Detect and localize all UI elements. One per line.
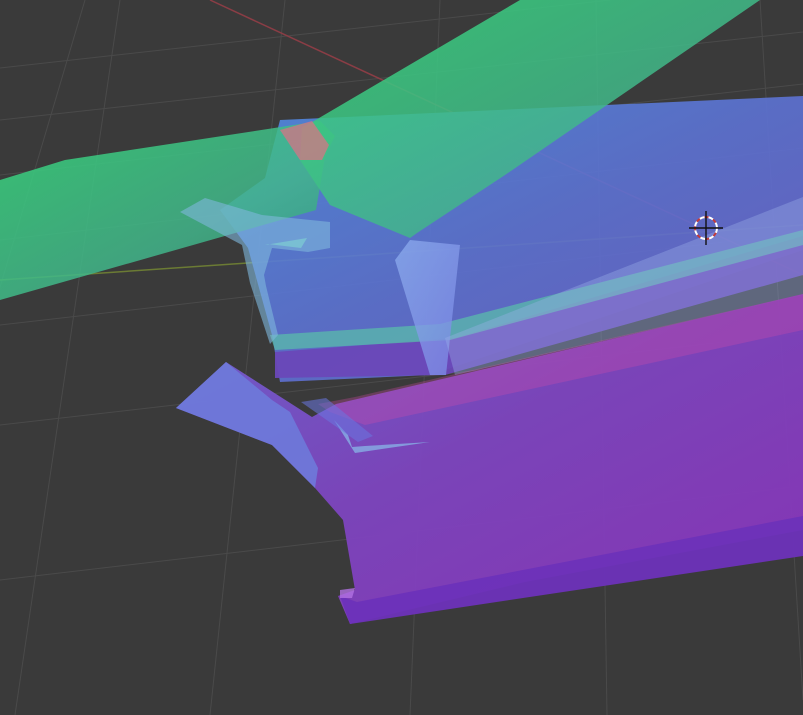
viewport-canvas[interactable] bbox=[0, 0, 803, 715]
3d-viewport[interactable] bbox=[0, 0, 803, 715]
